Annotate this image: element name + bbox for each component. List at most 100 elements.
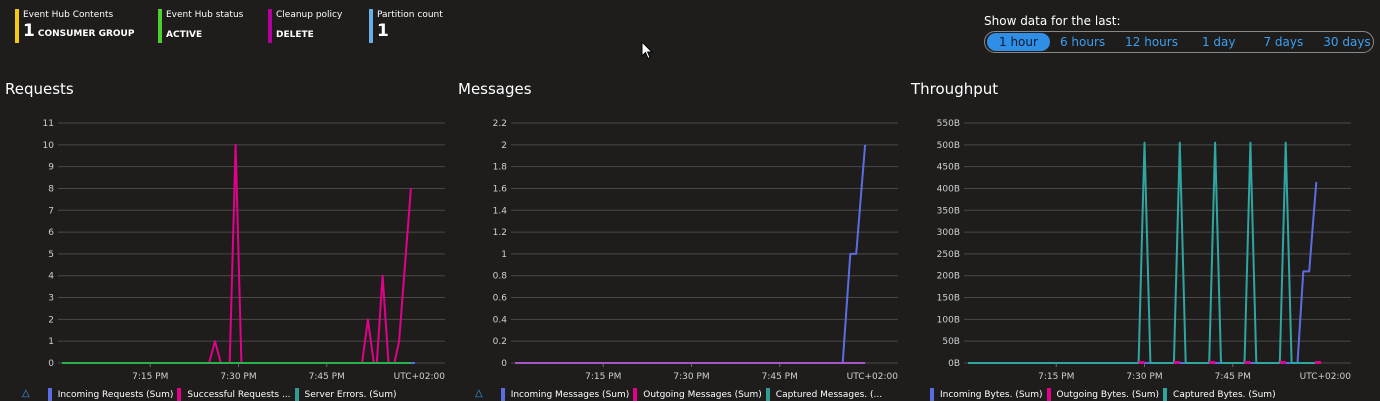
range-option-1-hour[interactable]: 1 hour [987,33,1050,51]
x-tick-label: 7:15 PM [585,372,621,382]
legend-swatch [1163,388,1168,401]
tile-label: Event Hub status [166,10,244,20]
y-tick-label: 300B [937,228,960,238]
tile-value: ACTIVE [166,30,203,40]
x-tick-label: 7:30 PM [673,372,709,382]
chevron-up-icon[interactable]: △ [475,388,483,401]
tile-color-bar [15,9,19,43]
timezone-label: UTC+02:00 [847,372,899,382]
y-tick-label: 6 [48,228,54,238]
legend-item[interactable]: Incoming Messages (Sum) [500,388,630,401]
y-tick-label: 400B [937,184,960,194]
y-tick-label: 0.6 [493,294,508,304]
legend-item[interactable]: Server Errors. (Sum) [294,388,396,401]
tile-value: DELETE [276,30,314,40]
legend-swatch [930,388,934,401]
range-option-7-days[interactable]: 7 days [1249,35,1317,49]
y-tick-label: 2 [48,315,54,325]
tile-label: Partition count [377,10,443,20]
y-tick-label: 2 [501,141,507,151]
y-tick-label: 350B [937,206,960,216]
y-tick-label: 7 [48,206,54,216]
x-tick-label: 7:45 PM [1215,372,1251,382]
tile-cleanup-policy[interactable]: Cleanup policy DELETE [268,9,343,43]
legend-swatch [1046,388,1051,401]
legend-item[interactable]: Outgoing Bytes. (Sum) [1046,388,1159,401]
timezone-label: UTC+02:00 [394,372,446,382]
legend-swatch [633,388,638,401]
time-range-pill: 1 hour 6 hours 12 hours 1 day 7 days 30 … [984,31,1374,53]
time-range-selector: Show data for the last: 1 hour 6 hours 1… [984,14,1374,53]
tile-color-bar [268,9,272,43]
y-tick-label: 550B [937,119,960,129]
outgoing-bytes-marker [1315,361,1322,364]
y-tick-label: 0.2 [493,337,507,347]
legend-label: Incoming Requests (Sum) [57,389,174,400]
tile-color-bar [369,9,373,43]
y-tick-label: 450B [937,163,960,173]
legend-label: Incoming Messages (Sum) [510,389,630,400]
panel-title-messages: Messages [458,80,532,98]
tile-label: Cleanup policy [276,10,343,20]
tile-event-hub-contents[interactable]: Event Hub Contents 1 CONSUMER GROUP [15,9,135,43]
y-tick-label: 0.4 [493,315,508,325]
messages-chart[interactable]: 0 0.2 0.4 0.6 0.8 1 1.2 1.4 1.6 1.8 2 2.2 7:15 PM 7:3… [453,112,899,384]
legend-label: Captured Messages. (... [775,389,883,400]
y-tick-label: 10 [43,141,55,151]
tile-value: 1 [377,21,389,41]
y-tick-label: 4 [48,272,54,282]
legend-item[interactable]: Captured Messages. (... [765,388,883,401]
tile-partition-count[interactable]: Partition count 1 [369,9,443,43]
throughput-legend: Incoming Bytes. (Sum) Outgoing Bytes. (S… [930,388,1280,401]
y-tick-label: 1.8 [493,163,508,173]
tile-label: Event Hub Contents [23,10,114,20]
chevron-up-icon[interactable]: △ [22,388,30,401]
x-tick-label: 7:15 PM [1038,372,1074,382]
tile-event-hub-status[interactable]: Event Hub status ACTIVE [158,9,244,43]
mouse-cursor-icon [641,41,653,60]
y-tick-label: 11 [43,119,54,129]
legend-item[interactable]: Incoming Requests (Sum) [47,388,174,401]
legend-item[interactable]: Outgoing Messages (Sum) [633,388,762,401]
outgoing-bytes-marker [1279,361,1286,364]
legend-item[interactable]: Incoming Bytes. (Sum) [930,388,1043,401]
range-option-12-hours[interactable]: 12 hours [1115,35,1188,49]
legend-swatch [47,388,52,401]
y-tick-label: 500B [937,141,960,151]
series-line-2 [968,141,1316,364]
y-tick-label: 0 [48,359,54,369]
y-tick-label: 250B [937,250,960,260]
range-option-6-hours[interactable]: 6 hours [1050,35,1115,49]
legend-label: Captured Bytes. (Sum) [1173,389,1276,400]
tile-value: 1 [23,21,35,41]
x-tick-label: 7:30 PM [220,372,256,382]
y-tick-label: 5 [48,250,54,260]
legend-swatch [294,388,299,401]
x-tick-label: 7:30 PM [1126,372,1162,382]
x-tick-label: 7:15 PM [132,372,168,382]
y-tick-label: 1 [501,250,507,260]
requests-legend: △ Incoming Requests (Sum) Successful Req… [22,388,400,401]
y-tick-label: 0B [948,359,960,369]
throughput-chart[interactable]: 0B 50B 100B 150B 200B 250B 300B 350B 400B 450B 500… [906,112,1352,384]
legend-item[interactable]: Successful Requests ... [177,388,291,401]
y-tick-label: 1.2 [493,228,507,238]
y-tick-label: 1.6 [493,184,508,194]
y-tick-label: 0.8 [493,272,508,282]
range-option-30-days[interactable]: 30 days [1317,35,1376,49]
panel-title-throughput: Throughput [911,80,999,98]
range-option-1-day[interactable]: 1 day [1188,35,1250,49]
legend-swatch [500,388,505,401]
y-tick-label: 2.2 [493,119,507,129]
messages-legend: △ Incoming Messages (Sum) Outgoing Messa… [475,388,886,401]
legend-swatch [765,388,770,401]
y-tick-label: 150B [937,294,960,304]
tile-unit: CONSUMER GROUP [37,29,135,39]
outgoing-bytes-marker [1173,361,1180,364]
y-tick-label: 100B [937,315,960,325]
legend-label: Outgoing Messages (Sum) [643,389,762,400]
y-tick-label: 1.4 [493,206,508,216]
legend-item[interactable]: Captured Bytes. (Sum) [1163,388,1276,401]
y-tick-label: 50B [942,337,960,347]
requests-chart[interactable]: 0 1 2 3 4 5 6 7 8 9 10 11 7:15 PM 7:30 PM 7:45 PM UTC+0… [0,112,446,384]
